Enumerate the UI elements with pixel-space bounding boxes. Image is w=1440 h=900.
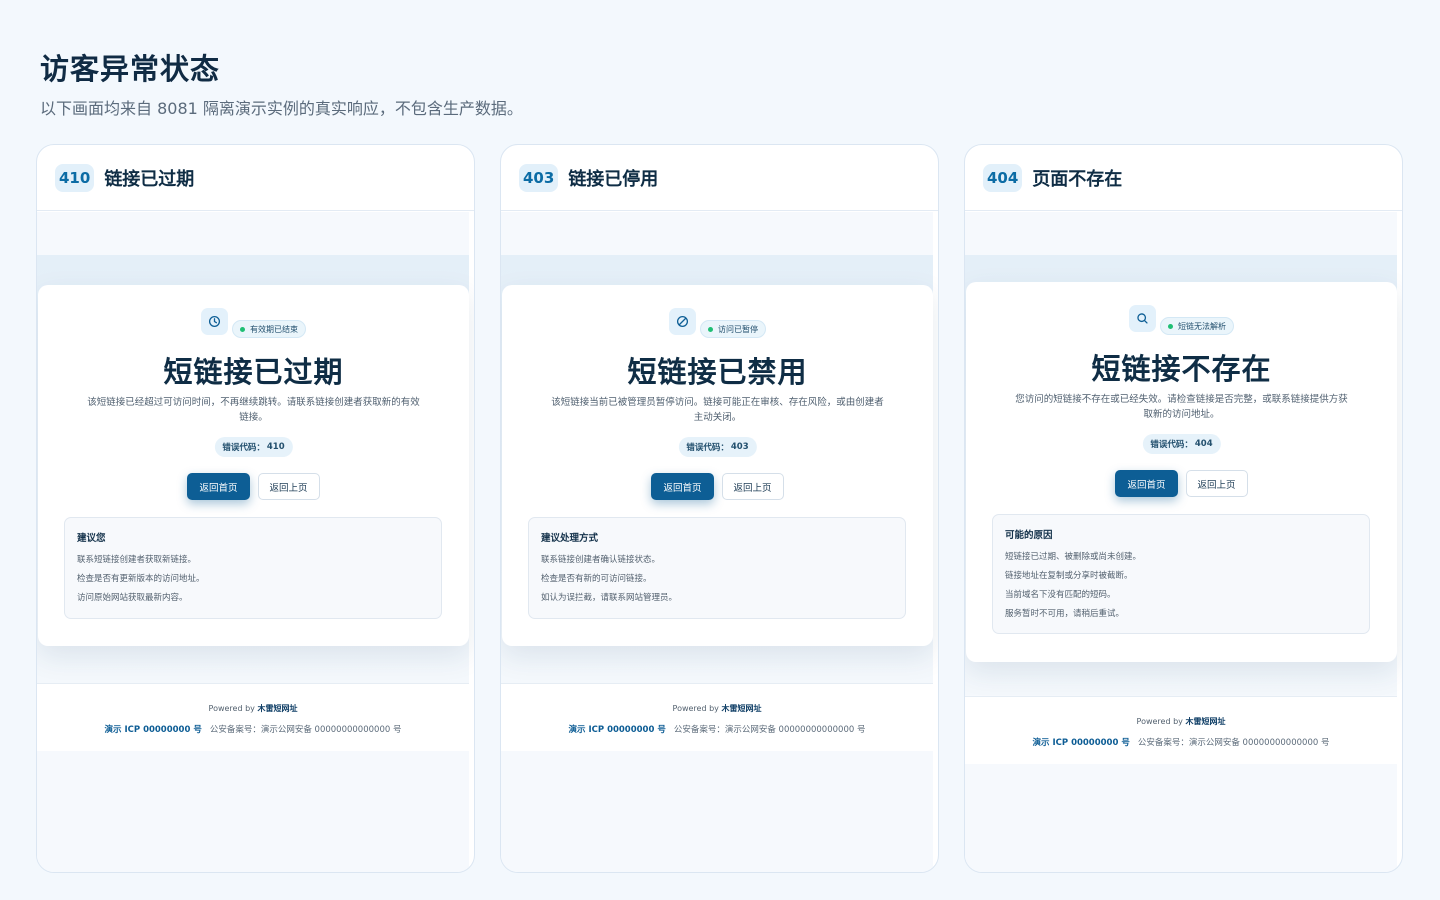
home-button[interactable]: 返回首页 (651, 473, 714, 500)
error-heading: 短链接不存在 (1091, 352, 1272, 386)
card-header: 404 页面不存在 (965, 145, 1402, 211)
preview-footer: Powered by 木雷短网址 演示 ICP 00000000 号公安备案号：… (965, 696, 1397, 764)
error-code-pill: 错误代码： 404 (1142, 434, 1221, 454)
status-badge: 访问已暂停 (700, 320, 766, 338)
police-record: 公安备案号：演示公网安备 00000000000000 号 (673, 725, 866, 735)
powered-by-prefix: Powered by (208, 704, 258, 713)
preview-footer: Powered by 木雷短网址 演示 ICP 00000000 号公安备案号：… (37, 683, 469, 751)
error-panel: 有效期已结束 短链接已过期 该短链接已经超过可访问时间，不再继续跳转。请联系链接… (38, 285, 469, 646)
powered-by-prefix: Powered by (1136, 717, 1186, 726)
error-heading: 短链接已过期 (163, 355, 344, 389)
suggestion-item: 访问原始网站获取最新内容。 (77, 593, 188, 603)
status-dot-icon (708, 326, 713, 332)
back-button[interactable]: 返回上页 (1185, 470, 1248, 497)
status-dot-icon (240, 326, 245, 332)
status-card-403: 403 链接已停用 访问已暂停 短链接已禁用 该短链接当前已被管理员暂停访问。链… (500, 144, 939, 873)
icp-link[interactable]: 演示 ICP 00000000 号 (1033, 738, 1130, 748)
card-header: 403 链接已停用 (501, 145, 938, 211)
error-code-pill: 错误代码： 403 (678, 437, 757, 457)
page-subtitle: 以下画面均来自 8081 隔离演示实例的真实响应，不包含生产数据。 (40, 99, 523, 118)
error-description: 该短链接当前已被管理员暂停访问。链接可能正在审核、存在风险，或由创建者主动关闭。 (551, 397, 884, 423)
preview-footer: Powered by 木雷短网址 演示 ICP 00000000 号公安备案号：… (501, 683, 933, 751)
action-buttons: 返回首页 返回上页 (502, 473, 933, 500)
error-panel: 短链无法解析 短链接不存在 您访问的短链接不存在或已经失效。请检查链接是否完整，… (966, 282, 1397, 662)
home-button[interactable]: 返回首页 (1115, 470, 1178, 497)
status-row: 访问已暂停 (502, 307, 933, 338)
icp-link[interactable]: 演示 ICP 00000000 号 (569, 725, 666, 735)
preview-frame: 有效期已结束 短链接已过期 该短链接已经超过可访问时间，不再继续跳转。请联系链接… (37, 212, 469, 872)
error-heading: 短链接已禁用 (627, 355, 808, 389)
suggestion-item: 链接地址在复制或分享时被截断。 (1005, 571, 1133, 581)
icp-row: 演示 ICP 00000000 号公安备案号：演示公网安备 0000000000… (37, 723, 469, 735)
error-code-label: 错误代码： (222, 443, 265, 453)
suggestion-box: 可能的原因 短链接已过期、被删除或尚未创建。 链接地址在复制或分享时被截断。 当… (992, 514, 1370, 634)
card-title: 页面不存在 (1032, 168, 1123, 190)
clock-icon (201, 307, 228, 335)
search-icon (1129, 304, 1156, 332)
card-title: 链接已停用 (568, 168, 659, 190)
brand-link[interactable]: 木雷短网址 (257, 704, 297, 713)
suggestion-item: 检查是否有新的可访问链接。 (541, 574, 652, 584)
icp-row: 演示 ICP 00000000 号公安备案号：演示公网安备 0000000000… (965, 736, 1397, 748)
page-title: 访客异常状态 (40, 52, 221, 86)
suggestion-item: 短链接已过期、被删除或尚未创建。 (1005, 552, 1142, 562)
error-code-label: 错误代码： (686, 443, 729, 453)
suggestion-title: 可能的原因 (1005, 530, 1053, 541)
brand-link[interactable]: 木雷短网址 (721, 704, 761, 713)
suggestion-box: 建议处理方式 联系链接创建者确认链接状态。 检查是否有新的可访问链接。 如认为误… (528, 517, 906, 619)
error-code-label: 错误代码： (1150, 440, 1193, 450)
preview-frame: 访问已暂停 短链接已禁用 该短链接当前已被管理员暂停访问。链接可能正在审核、存在… (501, 212, 933, 872)
error-code-value: 403 (730, 442, 749, 452)
status-row: 短链无法解析 (966, 304, 1397, 335)
back-button[interactable]: 返回上页 (257, 473, 320, 500)
error-code-value: 404 (1194, 439, 1213, 449)
card-title: 链接已过期 (104, 168, 195, 190)
suggestion-title: 建议处理方式 (541, 533, 599, 544)
status-code-badge: 410 (55, 163, 95, 192)
suggestion-title: 建议您 (77, 533, 106, 544)
preview-frame: 短链无法解析 短链接不存在 您访问的短链接不存在或已经失效。请检查链接是否完整，… (965, 212, 1397, 872)
status-badge-label: 访问已暂停 (718, 324, 758, 334)
suggestion-item: 联系短链接创建者获取新链接。 (77, 555, 197, 565)
status-card-404: 404 页面不存在 短链无法解析 短链接不存在 您访问的短链接不存在或已经失效。… (964, 144, 1403, 873)
error-description: 该短链接已经超过可访问时间，不再继续跳转。请联系链接创建者获取新的有效链接。 (87, 397, 420, 423)
error-code-pill: 错误代码： 410 (214, 437, 293, 457)
action-buttons: 返回首页 返回上页 (966, 470, 1397, 497)
status-code-badge: 403 (519, 163, 559, 192)
status-dot-icon (1168, 323, 1173, 329)
powered-by: Powered by 木雷短网址 (37, 703, 469, 714)
brand-link[interactable]: 木雷短网址 (1185, 717, 1225, 726)
powered-by-prefix: Powered by (672, 704, 722, 713)
status-code-badge: 404 (983, 163, 1023, 192)
police-record: 公安备案号：演示公网安备 00000000000000 号 (1137, 738, 1330, 748)
status-badge: 有效期已结束 (232, 320, 306, 338)
suggestion-item: 当前域名下没有匹配的短码。 (1005, 590, 1116, 600)
suggestion-item: 联系链接创建者确认链接状态。 (541, 555, 661, 565)
ban-icon (669, 307, 696, 335)
suggestion-box: 建议您 联系短链接创建者获取新链接。 检查是否有更新版本的访问地址。 访问原始网… (64, 517, 442, 619)
status-badge: 短链无法解析 (1160, 317, 1234, 335)
card-header: 410 链接已过期 (37, 145, 474, 211)
status-badge-label: 短链无法解析 (1178, 321, 1226, 331)
police-record: 公安备案号：演示公网安备 00000000000000 号 (209, 725, 402, 735)
icp-row: 演示 ICP 00000000 号公安备案号：演示公网安备 0000000000… (501, 723, 933, 735)
suggestion-item: 检查是否有更新版本的访问地址。 (77, 574, 205, 584)
error-panel: 访问已暂停 短链接已禁用 该短链接当前已被管理员暂停访问。链接可能正在审核、存在… (502, 285, 933, 646)
status-card-410: 410 链接已过期 有效期已结束 短链接已过期 该短链接已经超过可访问时间，不再… (36, 144, 475, 873)
back-button[interactable]: 返回上页 (721, 473, 784, 500)
status-badge-label: 有效期已结束 (250, 324, 298, 334)
action-buttons: 返回首页 返回上页 (38, 473, 469, 500)
status-row: 有效期已结束 (38, 307, 469, 338)
error-description: 您访问的短链接不存在或已经失效。请检查链接是否完整，或联系链接提供方获取新的访问… (1015, 394, 1348, 420)
error-code-value: 410 (266, 442, 285, 452)
home-button[interactable]: 返回首页 (187, 473, 250, 500)
powered-by: Powered by 木雷短网址 (501, 703, 933, 714)
suggestion-item: 服务暂时不可用，请稍后重试。 (1005, 609, 1125, 619)
powered-by: Powered by 木雷短网址 (965, 716, 1397, 727)
icp-link[interactable]: 演示 ICP 00000000 号 (105, 725, 202, 735)
suggestion-item: 如认为误拦截，请联系网站管理员。 (541, 593, 678, 603)
